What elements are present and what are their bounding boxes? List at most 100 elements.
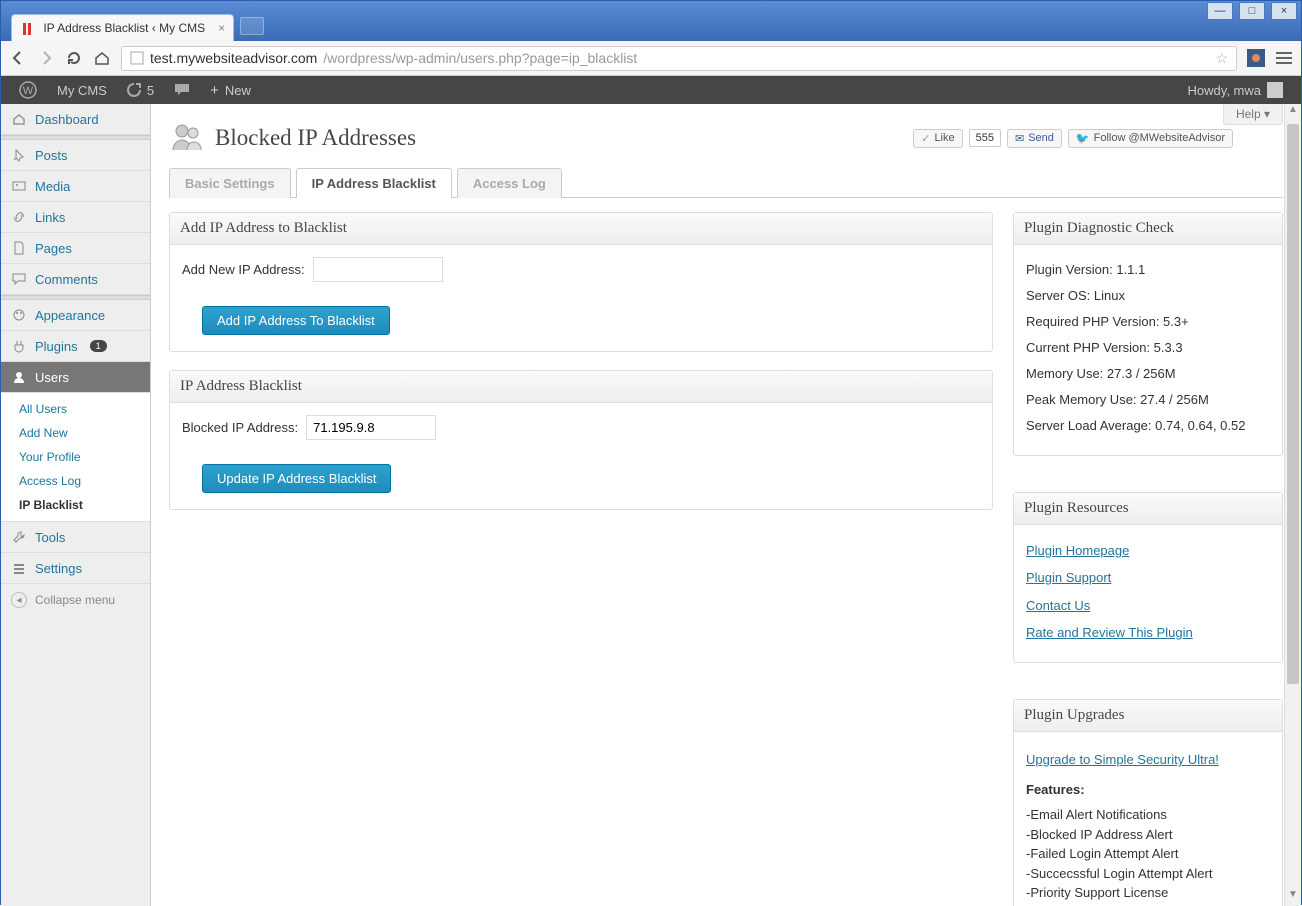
upgrades-panel: Plugin Upgrades Upgrade to Simple Securi… [1013,699,1283,906]
browser-tab[interactable]: IP Address Blacklist ‹ My CMS × [11,14,234,41]
panel-title: IP Address Blacklist [170,371,992,403]
resource-link[interactable]: Contact Us [1026,598,1090,613]
feature-row: -Succecssful Login Attempt Alert [1026,864,1270,884]
add-ip-panel: Add IP Address to Blacklist Add New IP A… [169,212,993,352]
diagnostic-row: Memory Use: 27.3 / 256M [1026,361,1270,387]
diagnostic-row: Plugin Version: 1.1.1 [1026,257,1270,283]
tab-access-log[interactable]: Access Log [457,168,562,198]
plugin-icon [11,338,27,354]
sidebar-subitem-all-users[interactable]: All Users [1,397,150,421]
sidebar-item-posts[interactable]: Posts [1,140,150,171]
collapse-icon: ◂ [11,592,27,608]
url-host: test.mywebsiteadvisor.com [150,50,317,66]
fb-like-button[interactable]: ✓Like [913,129,962,148]
resources-panel: Plugin Resources Plugin Homepage Plugin S… [1013,492,1283,663]
updates-icon [127,83,141,97]
my-account-link[interactable]: Howdy, mwa [1178,76,1293,104]
feature-row: -Blocked IP Address Alert [1026,825,1270,845]
url-path: /wordpress/wp-admin/users.php?page=ip_bl… [323,50,637,66]
add-ip-input[interactable] [313,257,443,282]
sidebar-item-pages[interactable]: Pages [1,233,150,264]
vertical-scrollbar[interactable]: ▲▼ [1284,104,1301,906]
new-tab-button[interactable] [240,17,264,35]
sidebar-item-users[interactable]: Users [1,362,150,393]
panel-title: Plugin Diagnostic Check [1014,213,1282,245]
plugin-tabs: Basic SettingsIP Address BlacklistAccess… [169,168,1283,198]
upgrade-link[interactable]: Upgrade to Simple Security Ultra! [1026,752,1219,767]
window-close-button[interactable]: × [1271,2,1297,20]
sidebar-item-tools[interactable]: Tools [1,522,150,553]
panel-title: Plugin Upgrades [1014,700,1282,732]
sidebar-item-dashboard[interactable]: Dashboard [1,104,150,135]
reload-button[interactable] [65,49,83,67]
diagnostic-row: Required PHP Version: 5.3+ [1026,309,1270,335]
home-icon [11,111,27,127]
forward-button[interactable] [37,49,55,67]
window-maximize-button[interactable]: □ [1239,2,1265,20]
feature-row: -Priority Support License [1026,883,1270,903]
tab-title: IP Address Blacklist ‹ My CMS [43,21,205,35]
diagnostic-row: Server OS: Linux [1026,283,1270,309]
send-icon: ✉ [1015,132,1024,145]
chrome-menu-button[interactable] [1275,49,1293,67]
diagnostic-row: Server Load Average: 0.74, 0.64, 0.52 [1026,413,1270,439]
home-button[interactable] [93,49,111,67]
sidebar-subitem-your-profile[interactable]: Your Profile [1,445,150,469]
comment-icon [174,83,190,97]
add-ip-label: Add New IP Address: [182,262,305,277]
twitter-icon: 🐦 [1076,132,1090,145]
blocked-ip-input[interactable] [306,415,436,440]
collapse-menu-button[interactable]: ◂ Collapse menu [1,584,150,616]
window-minimize-button[interactable]: — [1207,2,1233,20]
back-button[interactable] [9,49,27,67]
resource-link[interactable]: Rate and Review This Plugin [1026,625,1193,640]
tab-close-button[interactable]: × [218,21,225,35]
sidebar-item-comments[interactable]: Comments [1,264,150,295]
appearance-icon [11,307,27,323]
wp-adminbar: W My CMS 5 + New Howdy, mwa [1,76,1301,104]
sidebar-subitem-ip-blacklist[interactable]: IP Blacklist [1,493,150,517]
fb-send-button[interactable]: ✉Send [1007,129,1062,148]
admin-sidebar: Dashboard PostsMediaLinksPagesComments App… [1,104,151,906]
new-content-link[interactable]: + New [200,76,261,104]
add-ip-button[interactable]: Add IP Address To Blacklist [202,306,390,335]
diagnostic-row: Peak Memory Use: 27.4 / 256M [1026,387,1270,413]
bookmark-star-icon[interactable]: ☆ [1215,50,1228,67]
address-field[interactable]: test.mywebsiteadvisor.com/wordpress/wp-a… [121,46,1237,71]
svg-text:W: W [23,85,34,97]
blocked-ip-label: Blocked IP Address: [182,420,298,435]
wp-logo-menu[interactable]: W [9,76,47,104]
panel-title: Plugin Resources [1014,493,1282,525]
sidebar-subitem-access-log[interactable]: Access Log [1,469,150,493]
media-icon [11,178,27,194]
twitter-follow-button[interactable]: 🐦Follow @MWebsiteAdvisor [1068,129,1233,148]
sidebar-subitem-add-new[interactable]: Add New [1,421,150,445]
sidebar-item-media[interactable]: Media [1,171,150,202]
sidebar-item-settings[interactable]: Settings [1,553,150,584]
sidebar-item-plugins[interactable]: Plugins1 [1,331,150,362]
users-icon [169,120,205,156]
resource-link[interactable]: Plugin Support [1026,570,1111,585]
avatar-icon [1267,82,1283,98]
content-area: Help ▾ Blocked IP Addresses ✓Like 555 ✉S… [151,104,1301,906]
resource-link[interactable]: Plugin Homepage [1026,543,1129,558]
diagnostic-panel: Plugin Diagnostic Check Plugin Version: … [1013,212,1283,456]
tab-favicon [22,23,34,35]
page-title: Blocked IP Addresses [215,125,416,151]
site-name-link[interactable]: My CMS [47,76,117,104]
update-blacklist-button[interactable]: Update IP Address Blacklist [202,464,391,493]
tab-ip-address-blacklist[interactable]: IP Address Blacklist [296,168,452,198]
tab-basic-settings[interactable]: Basic Settings [169,168,291,198]
comments-link[interactable] [164,76,200,104]
extension-icon[interactable] [1247,49,1265,67]
sidebar-item-links[interactable]: Links [1,202,150,233]
settings-icon [11,560,27,576]
users-icon [11,369,27,385]
sidebar-item-appearance[interactable]: Appearance [1,300,150,331]
updates-link[interactable]: 5 [117,76,164,104]
help-tab-button[interactable]: Help ▾ [1223,104,1283,125]
fb-like-count: 555 [969,129,1001,147]
pin-icon [11,147,27,163]
browser-toolbar: test.mywebsiteadvisor.com/wordpress/wp-a… [1,41,1301,76]
link-icon [11,209,27,225]
